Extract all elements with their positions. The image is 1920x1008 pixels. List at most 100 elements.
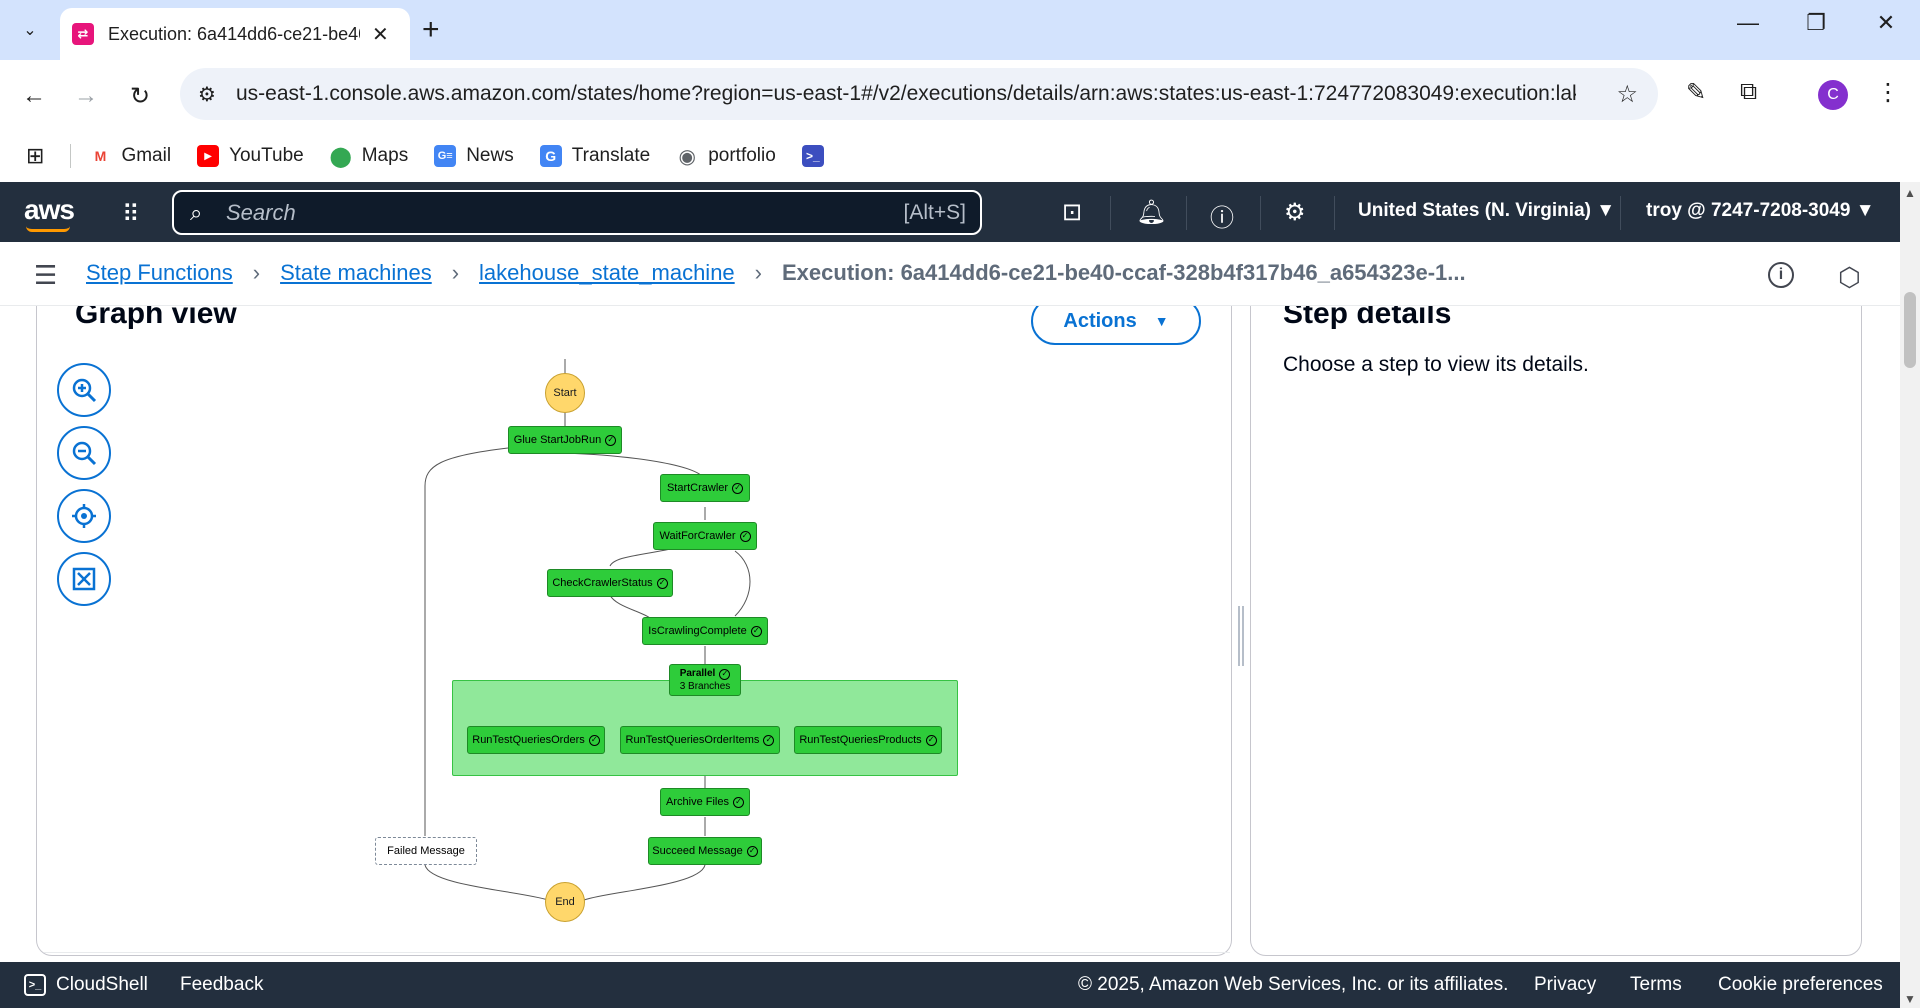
extensions-icon[interactable]: ⧉ [1740, 78, 1757, 106]
state-failed-message[interactable]: Failed Message [375, 837, 477, 865]
cloudshell-link[interactable]: CloudShell [56, 974, 148, 996]
state-glue-startjobrun[interactable]: Glue StartJobRun ✓ [508, 426, 622, 454]
breadcrumb: Step Functions › State machines › lakeho… [86, 260, 1466, 286]
new-tab-icon[interactable]: + [422, 12, 440, 48]
state-run-test-queries-products[interactable]: RunTestQueriesProducts ✓ [794, 726, 942, 754]
account-menu[interactable]: troy @ 7247-7208-3049 ▼ [1646, 200, 1875, 222]
search-input[interactable] [226, 199, 866, 226]
globe-icon: ◉ [678, 145, 696, 168]
state-label: WaitForCrawler [659, 530, 736, 542]
success-check-icon: ✓ [732, 796, 744, 808]
restore-icon[interactable]: ❐ [1796, 10, 1836, 36]
state-run-test-queries-orders[interactable]: RunTestQueriesOrders ✓ [467, 726, 605, 754]
breadcrumb-state-machines[interactable]: State machines [280, 260, 432, 286]
services-grid-icon[interactable]: ⠿ [122, 200, 140, 229]
maps-icon: ⬤ [329, 145, 352, 168]
bookmark-translate[interactable]: G Translate [539, 145, 651, 167]
site-info-icon[interactable]: ⚙ [198, 82, 216, 107]
notifications-bell-icon[interactable]: 🔔︎ [1136, 198, 1166, 227]
breadcrumb-step-functions[interactable]: Step Functions [86, 260, 233, 286]
state-label: RunTestQueriesOrders [472, 734, 585, 746]
side-nav-menu-icon[interactable]: ☰ [34, 260, 57, 291]
browser-tab-bar: ⌄ ⇄ Execution: 6a414dd6-ce21-be40-ccaf-3… [0, 0, 1920, 60]
bookmark-label: News [466, 145, 514, 166]
state-label: Glue StartJobRun [513, 434, 602, 446]
profile-avatar[interactable]: C [1818, 80, 1848, 110]
bookmark-youtube[interactable]: ▶ YouTube [197, 145, 304, 167]
chevron-right-icon: › [451, 260, 460, 285]
tab-search-icon[interactable]: ⌄ [12, 12, 48, 48]
window-close-icon[interactable]: ✕ [1866, 10, 1906, 36]
bookmark-gmail[interactable]: M Gmail [89, 145, 171, 167]
minimize-icon[interactable]: — [1728, 10, 1768, 36]
breadcrumb-state-machine[interactable]: lakehouse_state_machine [479, 260, 735, 286]
breadcrumb-bar: ☰ Step Functions › State machines › lake… [0, 242, 1900, 306]
state-wait-for-crawler[interactable]: WaitForCrawler ✓ [653, 522, 757, 550]
privacy-link[interactable]: Privacy [1534, 974, 1596, 996]
apps-grid-icon[interactable]: ⊞ [26, 143, 44, 169]
terminal-icon: >_ [801, 145, 824, 167]
tab-close-icon[interactable]: ✕ [372, 22, 389, 47]
reload-icon[interactable]: ↻ [122, 78, 158, 114]
state-start-crawler[interactable]: StartCrawler ✓ [660, 474, 750, 502]
header-divider [1260, 196, 1261, 230]
scrollbar-thumb[interactable] [1904, 292, 1916, 368]
scroll-down-arrow-icon[interactable]: ▼ [1904, 992, 1916, 1006]
back-icon[interactable]: ← [16, 78, 52, 114]
cloudshell-icon[interactable]: >_ [24, 974, 46, 996]
chevron-right-icon: › [252, 260, 261, 285]
success-check-icon: ✓ [763, 734, 775, 746]
aws-logo[interactable]: aws [24, 194, 75, 226]
state-parallel[interactable]: Parallel ✓ 3 Branches [669, 664, 741, 696]
bookmark-label: Translate [571, 145, 651, 166]
success-check-icon: ✓ [739, 530, 751, 542]
state-run-test-queries-orderitems[interactable]: RunTestQueriesOrderItems ✓ [620, 726, 780, 754]
region-selector[interactable]: United States (N. Virginia) ▼ [1358, 200, 1615, 222]
youtube-icon: ▶ [197, 145, 220, 167]
state-end[interactable]: End [545, 882, 585, 922]
state-archive-files[interactable]: Archive Files ✓ [660, 788, 750, 816]
actions-dropdown-button[interactable]: Actions ▼ [1031, 306, 1201, 345]
state-label: StartCrawler [666, 482, 729, 494]
cookie-preferences-link[interactable]: Cookie preferences [1718, 974, 1883, 996]
bookmark-powershell[interactable]: >_ [801, 145, 834, 167]
success-check-icon: ✓ [605, 434, 617, 446]
step-functions-favicon-icon: ⇄ [72, 23, 94, 45]
scroll-up-arrow-icon[interactable]: ▲ [1904, 186, 1916, 200]
panel-resize-handle[interactable] [1238, 606, 1244, 666]
step-details-title: Step details [1283, 306, 1452, 330]
breadcrumb-current-execution: Execution: 6a414dd6-ce21-be40-ccaf-328b4… [782, 260, 1466, 285]
page-scrollbar[interactable]: ▲ ▼ [1900, 182, 1920, 1008]
success-check-icon: ✓ [732, 482, 744, 494]
settings-gear-icon[interactable]: ⚙ [1284, 198, 1306, 227]
success-check-icon: ✓ [656, 577, 668, 589]
state-succeed-message[interactable]: Succeed Message ✓ [648, 837, 762, 865]
terms-link[interactable]: Terms [1630, 974, 1682, 996]
more-menu-icon[interactable]: ⋮ [1876, 78, 1900, 107]
preferences-hex-icon[interactable]: ⬡ [1838, 262, 1861, 293]
feedback-link[interactable]: Feedback [180, 974, 263, 996]
bookmark-maps[interactable]: ⬤ Maps [329, 145, 409, 168]
step-details-empty-text: Choose a step to view its details. [1283, 353, 1589, 376]
address-bar[interactable]: ⚙ us-east-1.console.aws.amazon.com/state… [180, 68, 1658, 120]
state-start[interactable]: Start [545, 373, 585, 413]
bookmark-star-icon[interactable]: ☆ [1616, 80, 1638, 109]
bookmark-news[interactable]: G≡ News [434, 145, 514, 167]
help-icon[interactable]: ⓘ [1210, 198, 1234, 233]
state-check-crawler-status[interactable]: CheckCrawlerStatus ✓ [547, 569, 673, 597]
state-is-crawling-complete[interactable]: IsCrawlingComplete ✓ [642, 617, 768, 645]
browser-tab[interactable]: ⇄ Execution: 6a414dd6-ce21-be40-ccaf-328… [60, 8, 410, 60]
eyedropper-icon[interactable]: ✎ [1686, 78, 1706, 107]
url-text[interactable]: us-east-1.console.aws.amazon.com/states/… [236, 82, 1576, 106]
header-divider [1110, 196, 1111, 230]
copyright-text: © 2025, Amazon Web Services, Inc. or its… [1078, 974, 1509, 995]
aws-search-box[interactable]: ⌕ [Alt+S] [172, 190, 982, 235]
news-icon: G≡ [434, 145, 457, 167]
success-check-icon: ✓ [925, 734, 937, 746]
cloudshell-icon[interactable]: ⊡ [1062, 198, 1082, 227]
info-icon[interactable]: i [1768, 262, 1794, 288]
bookmark-label: Maps [361, 145, 409, 166]
bookmark-portfolio[interactable]: ◉ portfolio [676, 145, 775, 168]
parallel-branch-count: 3 Branches [679, 681, 731, 692]
forward-icon[interactable]: → [68, 78, 104, 114]
